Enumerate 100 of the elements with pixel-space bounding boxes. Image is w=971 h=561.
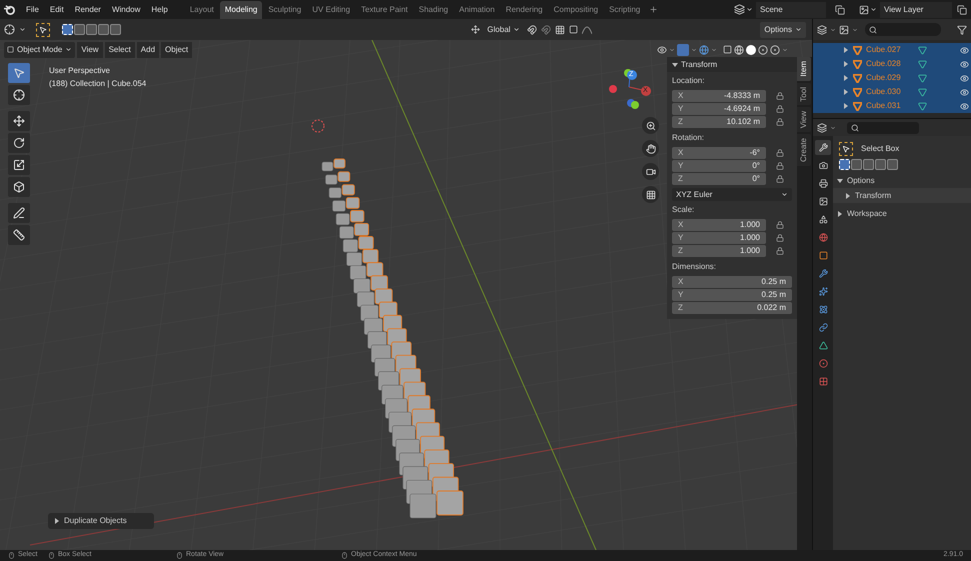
number-field[interactable]: X 1.000: [672, 219, 766, 231]
select-box-tool-icon[interactable]: [36, 22, 50, 36]
mode-dropdown[interactable]: Object Mode: [4, 42, 76, 58]
snap-icon[interactable]: [541, 24, 552, 34]
transform-icon[interactable]: [8, 177, 30, 197]
eye-icon[interactable]: [960, 88, 969, 96]
new-scene-icon[interactable]: [835, 4, 845, 14]
workspace-tab[interactable]: Sculpting: [263, 0, 306, 18]
eye-icon[interactable]: [960, 60, 969, 68]
rotate-icon[interactable]: [8, 133, 30, 153]
workspace-tab[interactable]: Modeling: [220, 0, 262, 18]
workspace-tab[interactable]: Animation: [454, 0, 500, 18]
sidebar-tab[interactable]: View: [797, 107, 811, 132]
viewport-menu[interactable]: Select: [104, 42, 135, 58]
filter-icon[interactable]: [957, 24, 967, 34]
workspace-tab[interactable]: Rendering: [500, 0, 548, 18]
snap-target-icon[interactable]: [555, 24, 566, 34]
orientation-dropdown[interactable]: Global: [484, 24, 524, 36]
outliner-row[interactable]: Cube.029: [813, 71, 971, 85]
eye-icon[interactable]: [960, 74, 969, 82]
outliner-row[interactable]: Cube.027: [813, 43, 971, 57]
workspace-tab[interactable]: Compositing: [548, 0, 604, 18]
visibility-icon[interactable]: [657, 44, 667, 54]
scene-icon[interactable]: [734, 4, 745, 15]
options-dropdown[interactable]: Options: [760, 22, 806, 38]
number-field[interactable]: Y -4.6924 m: [672, 103, 766, 115]
blender-logo-icon[interactable]: [4, 4, 15, 15]
editor-type-icon[interactable]: [4, 24, 15, 35]
panel-header[interactable]: Workspace: [833, 206, 971, 221]
menu-item[interactable]: Window: [106, 4, 146, 16]
number-field[interactable]: Z 10.102 m: [672, 116, 766, 128]
new-view-layer-icon[interactable]: [957, 4, 967, 14]
overlay-icon[interactable]: [699, 44, 709, 54]
scale-icon[interactable]: [8, 155, 30, 175]
sidebar-tab[interactable]: Tool: [797, 82, 811, 106]
xray-icon[interactable]: [723, 45, 732, 54]
falloff-icon[interactable]: [582, 26, 592, 34]
display-mode-icon[interactable]: [839, 24, 849, 34]
lock-icon[interactable]: [776, 221, 784, 229]
cursor-icon[interactable]: [8, 85, 30, 105]
workspace-tab[interactable]: Layout: [184, 0, 219, 18]
editor-type-icon[interactable]: [817, 24, 827, 34]
subpanel-header[interactable]: Transform: [833, 188, 971, 203]
eye-icon[interactable]: [960, 46, 969, 54]
lock-icon[interactable]: [776, 149, 784, 157]
editor-type-icon[interactable]: [817, 122, 827, 132]
pan-hand-icon[interactable]: [642, 140, 659, 157]
sidebar-tab[interactable]: Item: [797, 57, 811, 81]
sidebar-tab[interactable]: Create: [797, 134, 811, 166]
add-workspace-icon[interactable]: [649, 5, 658, 14]
select-box-icon[interactable]: [8, 63, 30, 83]
menu-item[interactable]: Help: [146, 4, 173, 16]
lock-icon[interactable]: [776, 175, 784, 183]
outliner-row[interactable]: Cube.031: [813, 99, 971, 113]
workspace-tab[interactable]: UV Editing: [307, 0, 356, 18]
panel-header[interactable]: Options: [833, 173, 971, 188]
lock-icon[interactable]: [776, 118, 784, 126]
material-shading-icon[interactable]: [758, 44, 768, 54]
search-field[interactable]: [865, 23, 941, 36]
lock-icon[interactable]: [776, 105, 784, 113]
measure-icon[interactable]: [8, 225, 30, 245]
view-layer-field[interactable]: View Layer: [880, 2, 952, 18]
grid-view-icon[interactable]: [642, 186, 659, 203]
number-field[interactable]: Y 1.000: [672, 232, 766, 244]
lock-icon[interactable]: [776, 92, 784, 100]
workspace-tab[interactable]: Shading: [414, 0, 454, 18]
solid-shading-icon[interactable]: [746, 44, 756, 54]
menu-item[interactable]: Render: [70, 4, 106, 16]
viewport-menu[interactable]: Object: [161, 42, 192, 58]
number-field[interactable]: Y 0°: [672, 160, 766, 172]
annotate-icon[interactable]: [8, 203, 30, 223]
zoom-icon[interactable]: [642, 117, 659, 134]
outliner-row[interactable]: Cube.028: [813, 57, 971, 71]
outliner-row[interactable]: Cube.030: [813, 85, 971, 99]
lock-icon[interactable]: [776, 234, 784, 242]
view-layer-icon[interactable]: [859, 4, 869, 14]
camera-view-icon[interactable]: [642, 163, 659, 180]
viewport-menu[interactable]: Add: [136, 42, 160, 58]
move-icon[interactable]: [8, 111, 30, 131]
workspace-tab[interactable]: Texture Paint: [356, 0, 413, 18]
eye-icon[interactable]: [960, 102, 969, 110]
number-field[interactable]: Z 1.000: [672, 245, 766, 257]
menu-item[interactable]: Edit: [44, 4, 69, 16]
lock-icon[interactable]: [776, 247, 784, 255]
scene-field[interactable]: Scene: [756, 2, 826, 18]
number-field[interactable]: X -4.8333 m: [672, 90, 766, 102]
lock-icon[interactable]: [776, 162, 784, 170]
wireframe-shading-icon[interactable]: [734, 44, 744, 54]
number-field[interactable]: Y 0.25 m: [672, 289, 792, 301]
workspace-tab[interactable]: Scripting: [604, 0, 646, 18]
number-field[interactable]: X -6°: [672, 147, 766, 159]
number-field[interactable]: Z 0.022 m: [672, 302, 792, 314]
rotation-mode-dropdown[interactable]: XYZ Euler: [672, 188, 792, 201]
rendered-shading-icon[interactable]: [770, 44, 780, 54]
viewport-menu[interactable]: View: [77, 42, 103, 58]
search-field[interactable]: [847, 122, 919, 134]
menu-item[interactable]: File: [21, 4, 44, 16]
number-field[interactable]: Z 0°: [672, 173, 766, 185]
number-field[interactable]: X 0.25 m: [672, 276, 792, 288]
last-operator-panel[interactable]: Duplicate Objects: [48, 513, 154, 529]
